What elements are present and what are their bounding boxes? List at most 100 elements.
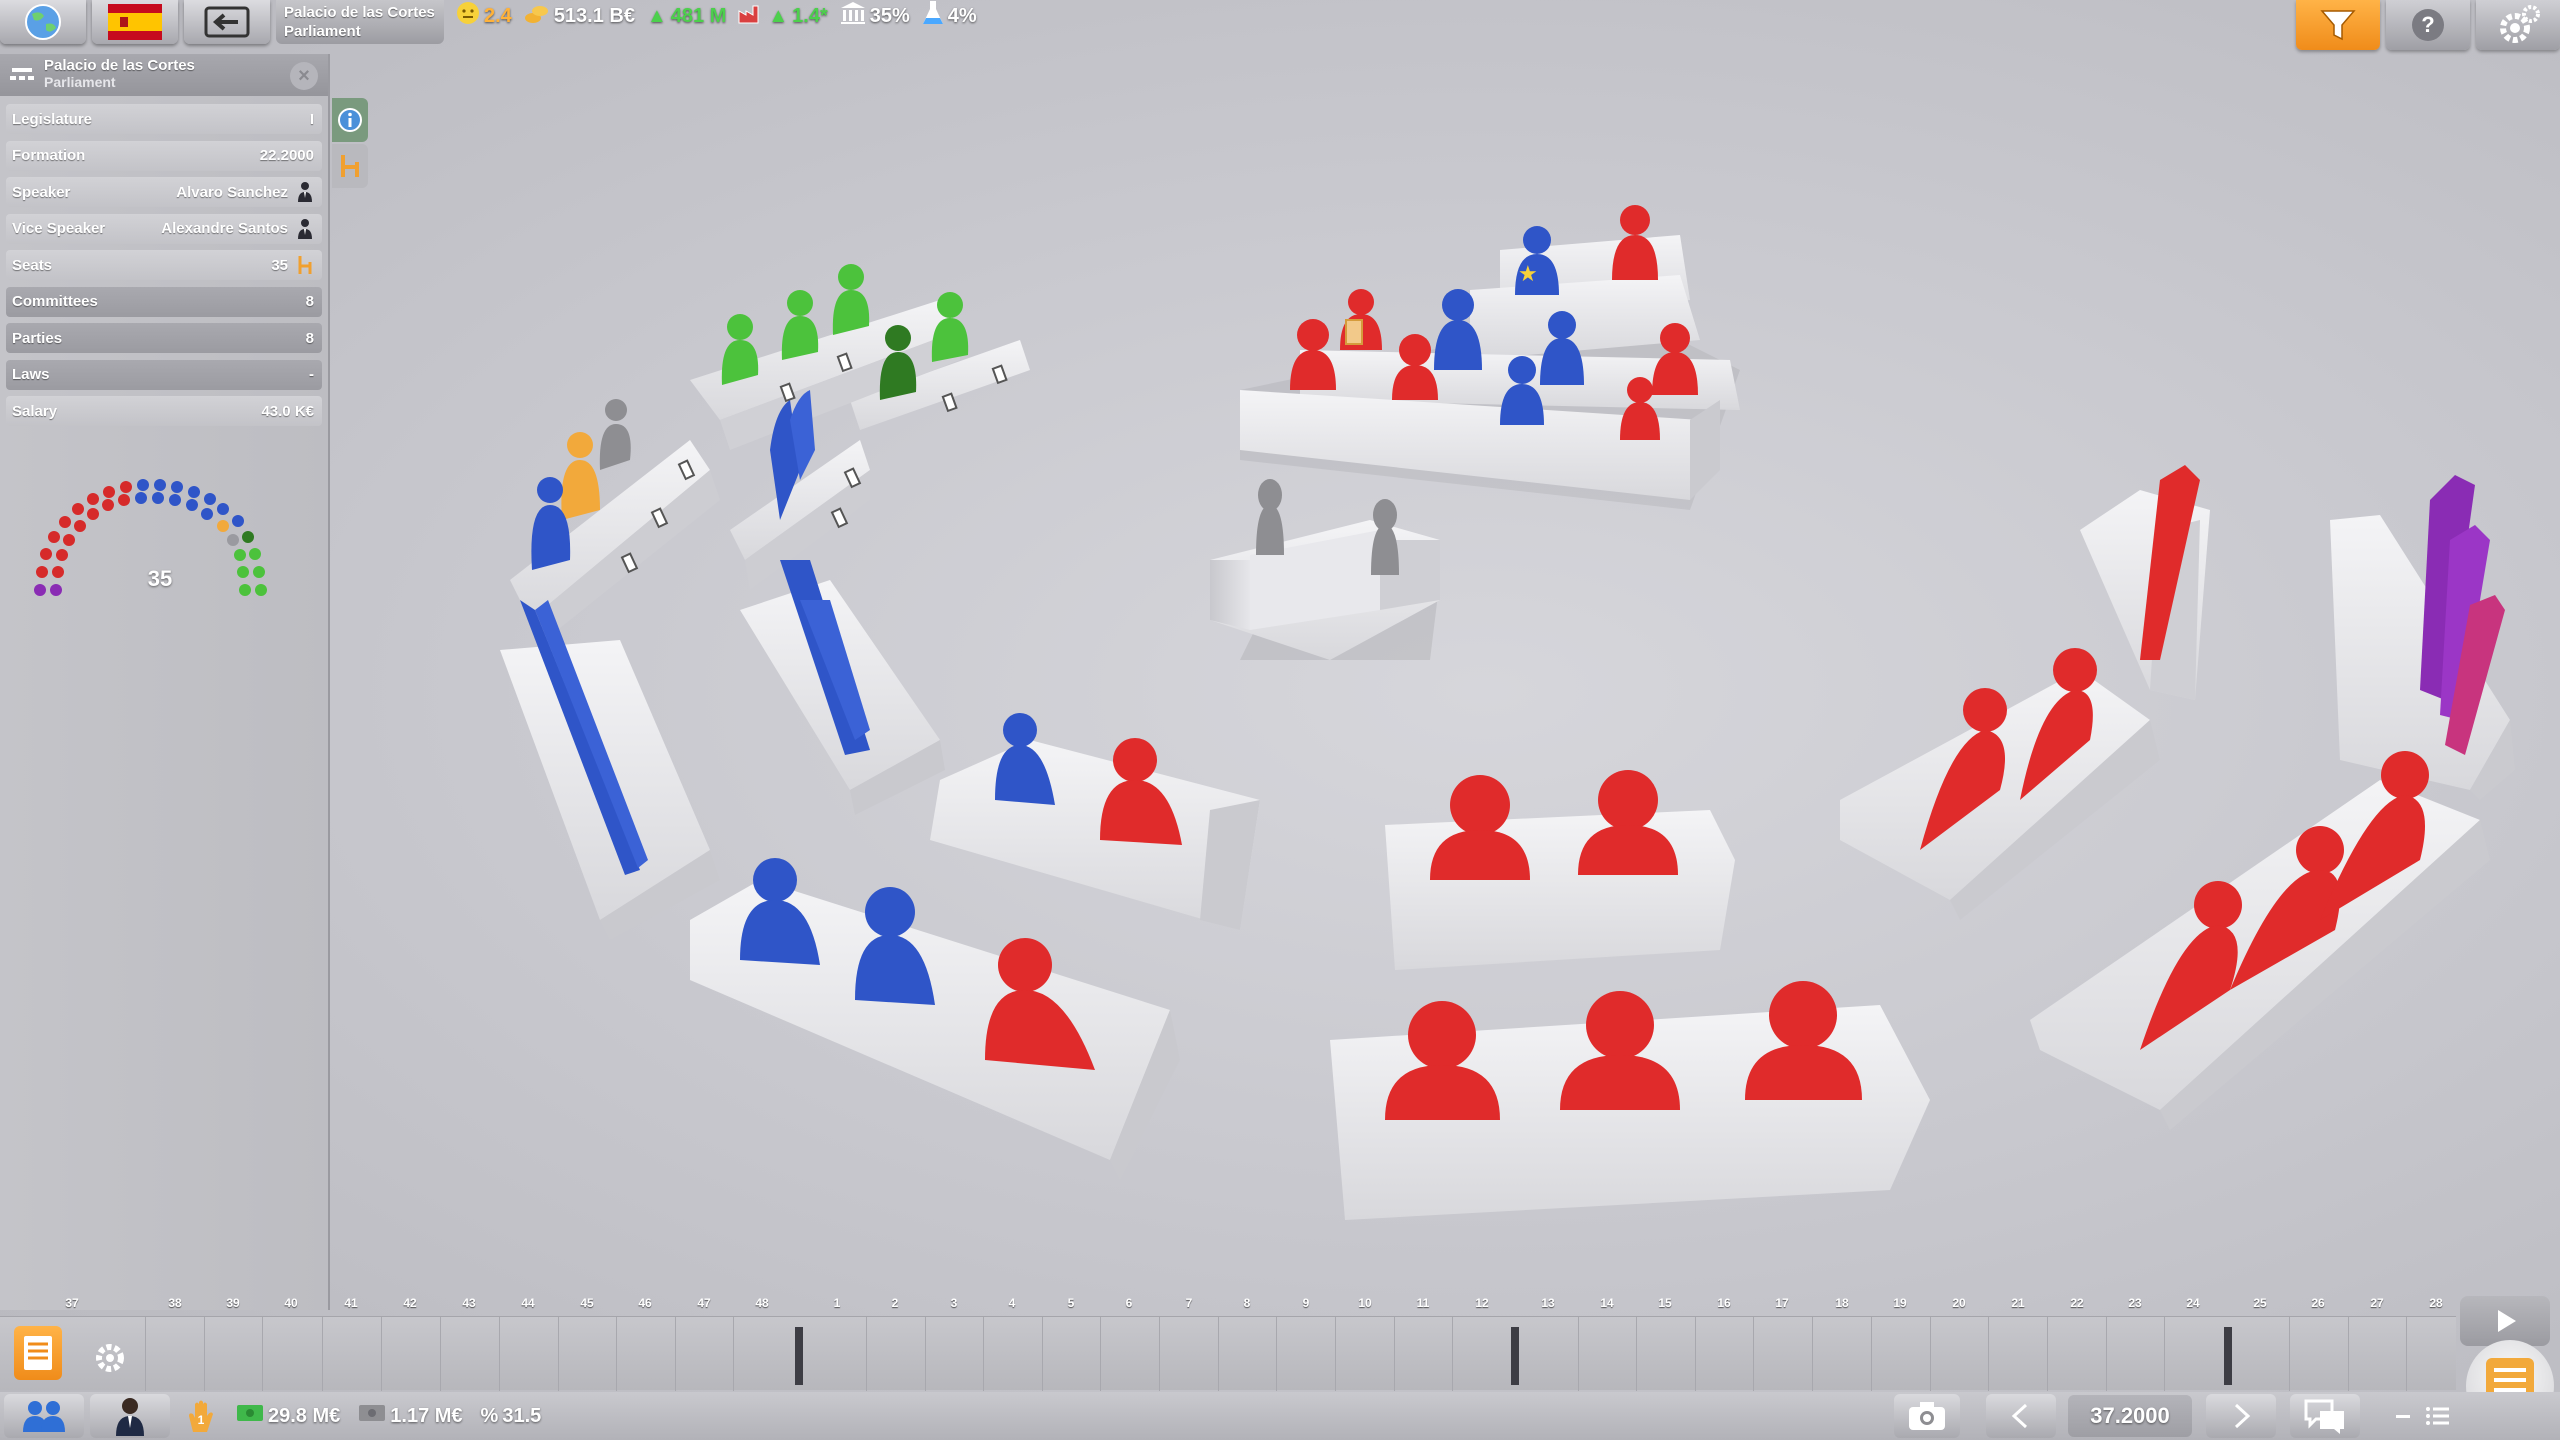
row-value: 43.0 K€ [261,402,314,420]
timeline-label: 47 [697,1296,711,1310]
row-legislature[interactable]: Legislature I [6,104,322,134]
help-button[interactable]: ? [2386,0,2470,50]
research-value: 4% [947,4,977,27]
timeline-tick [1276,1317,1277,1391]
income-stat[interactable]: 1.17 M€ [358,1403,463,1429]
bottom-left-bench[interactable] [690,858,1180,1180]
row-label: Formation [12,147,86,164]
timeline-settings-button[interactable] [88,1336,132,1380]
top-right-buttons: ? [2290,0,2560,50]
money-value: 513.1 B€ [553,4,635,27]
green-bench[interactable] [690,264,1030,450]
timeline-year-marker [795,1327,803,1385]
close-icon[interactable]: × [290,62,318,90]
happiness-stat[interactable]: 2.4 [456,1,512,31]
screenshot-button[interactable] [1894,1394,1960,1438]
government-bench[interactable]: ★ [1240,205,1740,510]
timeline-tick [2289,1317,2290,1391]
center-bench-front[interactable] [1385,770,1735,970]
left-bench-lower[interactable] [500,600,720,940]
leader-button[interactable] [90,1394,170,1438]
panel-header: Palacio de las Cortes Parliament × [0,54,328,96]
timeline-label: 3 [950,1296,958,1310]
row-parties[interactable]: Parties 8 [6,323,322,353]
previous-button[interactable] [1986,1394,2056,1438]
budget-stat[interactable]: 29.8 M€ [236,1403,340,1429]
row-committees[interactable]: Committees 8 [6,286,322,317]
play-button[interactable] [2460,1296,2550,1346]
actions-button[interactable]: 1 [178,1394,224,1438]
messages-button[interactable] [2290,1394,2360,1438]
timeline-tick [145,1317,146,1391]
percent-stat[interactable]: % 31.5 [481,1405,542,1428]
center-left-bench[interactable] [930,713,1260,930]
row-seats[interactable]: Seats 35 [6,250,322,280]
panel-subtitle: Parliament [44,74,116,90]
timeline-tick [1871,1317,1872,1391]
timeline-tick [1988,1317,1989,1391]
right-arrow-icon [2234,1403,2251,1429]
globe-icon [25,4,61,40]
timeline-label: 1 [833,1296,841,1310]
left-bench-upper[interactable] [510,399,720,640]
government-stat[interactable]: 35% [840,1,910,31]
list-view-button[interactable] [2416,1394,2460,1438]
growth-stat[interactable]: ▲ 481 M [647,5,726,28]
timeline-label: 10 [1358,1296,1372,1310]
government-value: 35% [869,4,910,27]
money-stat[interactable]: 513.1 B€ [524,1,635,31]
documents-button[interactable] [14,1326,62,1380]
left-center-bench[interactable] [740,560,945,815]
minus-icon [2396,1415,2410,1418]
world-button[interactable] [0,0,86,44]
timeline-label: 19 [1893,1296,1907,1310]
filter-button[interactable] [2296,0,2380,50]
question-icon: ? [2412,9,2444,41]
right-bench-purple[interactable] [2330,475,2515,800]
timeline-label: 40 [284,1296,298,1310]
row-salary[interactable]: Salary 43.0 K€ [6,396,322,426]
growth-value: 481 M [670,4,727,27]
presidency-table[interactable] [1210,479,1440,660]
people-icon [23,1401,65,1432]
timeline-tick [1812,1317,1813,1391]
row-formation[interactable]: Formation 22.2000 [6,140,322,171]
right-bench-upper[interactable] [2080,465,2210,700]
center-bench-bottom[interactable] [1330,981,1930,1220]
row-label: Committees [12,293,98,310]
back-button[interactable] [184,0,270,44]
country-flag-button[interactable] [92,0,178,44]
document-list-icon [24,1336,52,1370]
timeline-label: 12 [1475,1296,1489,1310]
top-stats: 2.4 513.1 B€ ▲ 481 M ▲ 1.4* 35% 4% [456,0,989,32]
settings-button[interactable] [2476,0,2560,50]
svg-text:?: ? [2421,12,2434,37]
timeline-label: 2 [891,1296,899,1310]
timeline-tick [262,1317,263,1391]
population-button[interactable] [4,1394,84,1438]
timeline-label: 23 [2128,1296,2142,1310]
row-vice-speaker[interactable]: Vice Speaker Alexandre Santos [6,213,322,244]
row-speaker[interactable]: Speaker Alvaro Sanchez [6,177,322,207]
timeline-label: 4 [1008,1296,1016,1310]
timeline-tick [1930,1317,1931,1391]
timeline-tick [1452,1317,1453,1391]
timeline-track[interactable] [0,1316,2456,1391]
coins-icon [524,1,550,31]
timeline-tick [2164,1317,2165,1391]
timeline-year-marker [1511,1327,1519,1385]
research-stat[interactable]: 4% [922,0,977,32]
panel-title: Palacio de las Cortes [44,57,195,74]
industry-stat[interactable]: ▲ 1.4* [738,2,828,30]
row-label: Legislature [12,110,93,128]
parliament-chamber-view[interactable]: ★ [340,60,2560,1290]
row-value: Alvaro Sanchez [176,183,288,201]
timeline-label: 5 [1067,1296,1075,1310]
timeline-label: 46 [638,1296,652,1310]
row-value: - [309,366,314,383]
row-laws[interactable]: Laws - [6,359,322,390]
right-bench-middle[interactable] [1840,648,2160,920]
building-icon [10,66,34,92]
place-label[interactable]: Palacio de las Cortes Parliament [276,0,444,44]
next-button[interactable] [2206,1394,2276,1438]
